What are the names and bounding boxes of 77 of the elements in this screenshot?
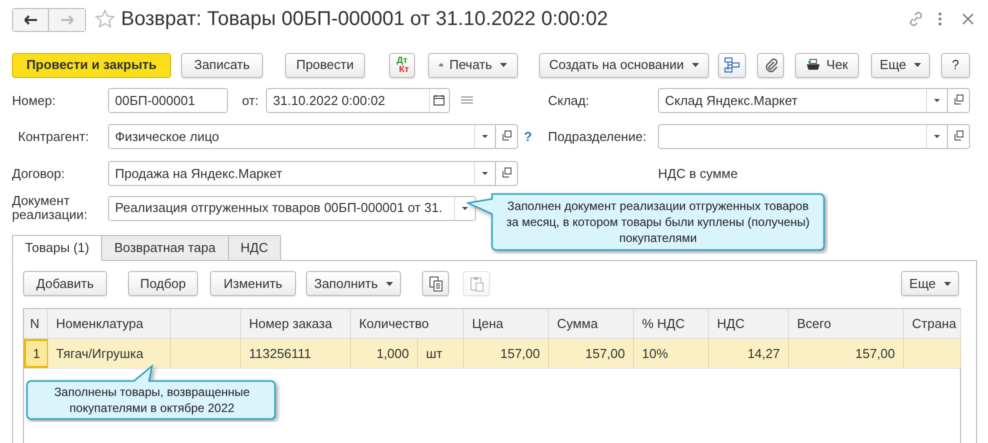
copy-icon bbox=[428, 276, 442, 292]
field-label: Контрагент: bbox=[18, 128, 90, 146]
toolbar-button[interactable]: Записать bbox=[181, 52, 263, 78]
table-cell: 157,00 bbox=[789, 339, 904, 368]
vat-mode-text: НДС в сумме bbox=[658, 164, 738, 183]
paperclip-icon bbox=[764, 57, 778, 73]
close-icon[interactable] bbox=[962, 13, 974, 25]
column-header[interactable]: НДС bbox=[709, 309, 789, 338]
post-and-close-button[interactable]: Провести и закрыть bbox=[12, 52, 171, 78]
copy-button[interactable] bbox=[422, 271, 449, 296]
attach-button[interactable] bbox=[757, 52, 784, 78]
toolbar-button[interactable]: Создать на основании bbox=[539, 52, 709, 78]
number-field[interactable]: 00БП-000001 bbox=[108, 88, 228, 113]
caret-icon bbox=[944, 282, 951, 286]
field-label: Договор: bbox=[12, 164, 66, 183]
field-label: Номер: bbox=[12, 92, 57, 110]
counterparty-field[interactable]: Физическое лицо bbox=[108, 124, 518, 149]
warehouse-field[interactable]: Склад Яндекс.Маркет bbox=[658, 88, 970, 113]
table-cell: 14,27 bbox=[709, 339, 789, 368]
contract-field[interactable]: Продажа на Яндекс.Маркет bbox=[108, 161, 518, 186]
print-button[interactable]: Печать bbox=[428, 52, 518, 78]
column-header[interactable]: Номер заказа bbox=[241, 309, 351, 338]
caret-icon bbox=[386, 282, 393, 286]
structure-button[interactable] bbox=[718, 52, 746, 78]
paste-icon bbox=[470, 276, 484, 292]
column-header[interactable]: Сумма bbox=[549, 309, 634, 338]
column-header[interactable]: Цена bbox=[464, 309, 549, 338]
column-header[interactable]: Страна bbox=[904, 309, 961, 338]
forward-arrow-icon bbox=[60, 15, 74, 25]
sales-document-field[interactable]: Реализация отгруженных товаров 00БП-000001 от 31. bbox=[108, 196, 476, 220]
table-cell: шт bbox=[418, 339, 464, 368]
column-header[interactable]: Номенклатура bbox=[48, 309, 171, 338]
row-number: 1 bbox=[24, 339, 48, 368]
caret-icon bbox=[500, 63, 507, 67]
link-icon[interactable] bbox=[907, 10, 925, 28]
column-header[interactable]: Всего bbox=[789, 309, 904, 338]
column-header[interactable]: % НДС bbox=[634, 309, 709, 338]
table-toolbar-button[interactable]: Добавить bbox=[23, 271, 107, 296]
field-label: Склад: bbox=[548, 92, 590, 110]
window-title: Возврат: Товары 00БП-000001 от 31.10.2022 0:00:02 bbox=[121, 7, 608, 32]
caret-icon bbox=[914, 63, 922, 67]
cash-register-icon bbox=[806, 58, 820, 72]
column-header[interactable]: Количество bbox=[351, 309, 464, 338]
field-label: Документ реализации: bbox=[12, 194, 88, 222]
date-field[interactable]: 31.10.2022 0:00:02 bbox=[266, 88, 450, 113]
table-row[interactable]: 1 Тягач/Игрушка 113256111 1,000 шт 157,00 157,00 10% 14,27 157,00 bbox=[24, 339, 960, 369]
table-cell: 1,000 bbox=[351, 339, 418, 368]
list-icon[interactable] bbox=[461, 96, 473, 106]
table-cell: 157,00 bbox=[464, 339, 549, 368]
hierarchy-icon bbox=[724, 57, 740, 73]
callout-text: Заполнен документ реализации отгруженных товаров за месяц, в котором товары были куплены (получены) покупателями bbox=[505, 198, 811, 247]
field-label: Подразделение: bbox=[548, 128, 648, 146]
callout-text: Заполнены товары, возвращенные покупателями в октябре 2022 bbox=[53, 384, 251, 417]
department-field[interactable] bbox=[658, 124, 970, 149]
receipt-button[interactable]: Чек bbox=[795, 52, 859, 78]
help-button[interactable]: ? bbox=[941, 52, 970, 78]
back-arrow-icon bbox=[24, 15, 38, 25]
table-cell: 157,00 bbox=[549, 339, 634, 368]
toolbar-button[interactable]: Провести bbox=[285, 52, 365, 78]
table-cell: 113256111 bbox=[241, 339, 351, 368]
back-button[interactable] bbox=[13, 9, 49, 31]
tab[interactable]: НДС bbox=[228, 235, 282, 261]
table-toolbar-button[interactable]: Подбор bbox=[128, 271, 198, 296]
more-icon[interactable] bbox=[938, 12, 942, 26]
field-label: от: bbox=[242, 92, 260, 110]
table-cell: 10% bbox=[634, 339, 709, 368]
tab[interactable]: Возвратная тара bbox=[101, 235, 229, 261]
table-toolbar-button[interactable]: Еще bbox=[901, 271, 959, 296]
column-header[interactable]: N bbox=[24, 309, 48, 338]
star-icon[interactable] bbox=[95, 9, 115, 29]
caret-icon bbox=[692, 63, 699, 67]
table-toolbar-button[interactable]: Изменить bbox=[210, 271, 296, 296]
toolbar-button[interactable]: Еще bbox=[871, 52, 930, 78]
tab[interactable]: Товары (1) bbox=[12, 235, 102, 261]
table-toolbar-button[interactable]: Заполнить bbox=[306, 271, 401, 296]
help-link[interactable]: ? bbox=[524, 126, 548, 146]
debit-credit-button[interactable]: Дт Кт bbox=[389, 52, 415, 78]
